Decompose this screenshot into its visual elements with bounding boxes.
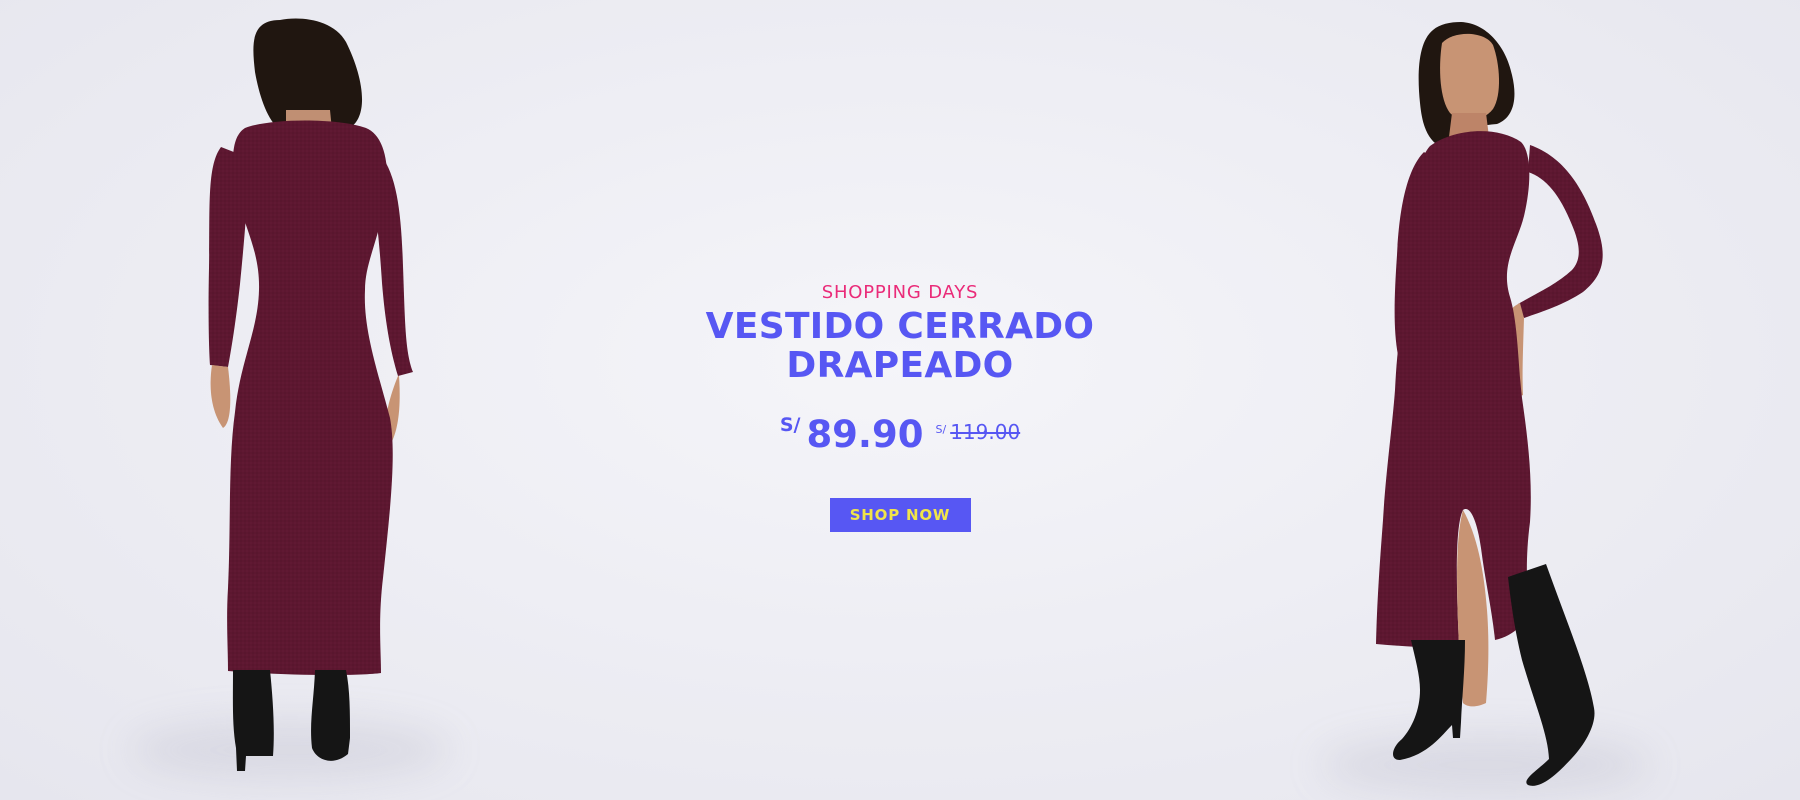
dress xyxy=(1376,131,1531,649)
promo-eyebrow: SHOPPING DAYS xyxy=(821,282,979,303)
original-price: S/ 119.00 xyxy=(935,422,1020,442)
original-price-currency: S/ xyxy=(935,422,947,436)
shop-now-button[interactable]: SHOP NOW xyxy=(829,497,971,532)
sale-price: S/ 89.90 xyxy=(780,410,924,453)
hero-banner: SHOPPING DAYS VESTIDO CERRADO DRAPEADO S… xyxy=(0,0,1800,800)
sale-price-currency: S/ xyxy=(779,413,801,436)
price-row: S/ 89.90 S/ 119.00 xyxy=(600,410,1200,458)
promo-copy: SHOPPING DAYS VESTIDO CERRADO DRAPEADO S… xyxy=(600,283,1200,532)
sale-price-amount: 89.90 xyxy=(806,412,924,456)
product-title: VESTIDO CERRADO DRAPEADO xyxy=(705,305,1095,387)
face xyxy=(1440,33,1500,121)
right-arm xyxy=(1518,145,1603,318)
right-boot xyxy=(1508,564,1595,786)
original-price-amount: 119.00 xyxy=(950,419,1021,444)
left-boot xyxy=(1393,640,1465,760)
